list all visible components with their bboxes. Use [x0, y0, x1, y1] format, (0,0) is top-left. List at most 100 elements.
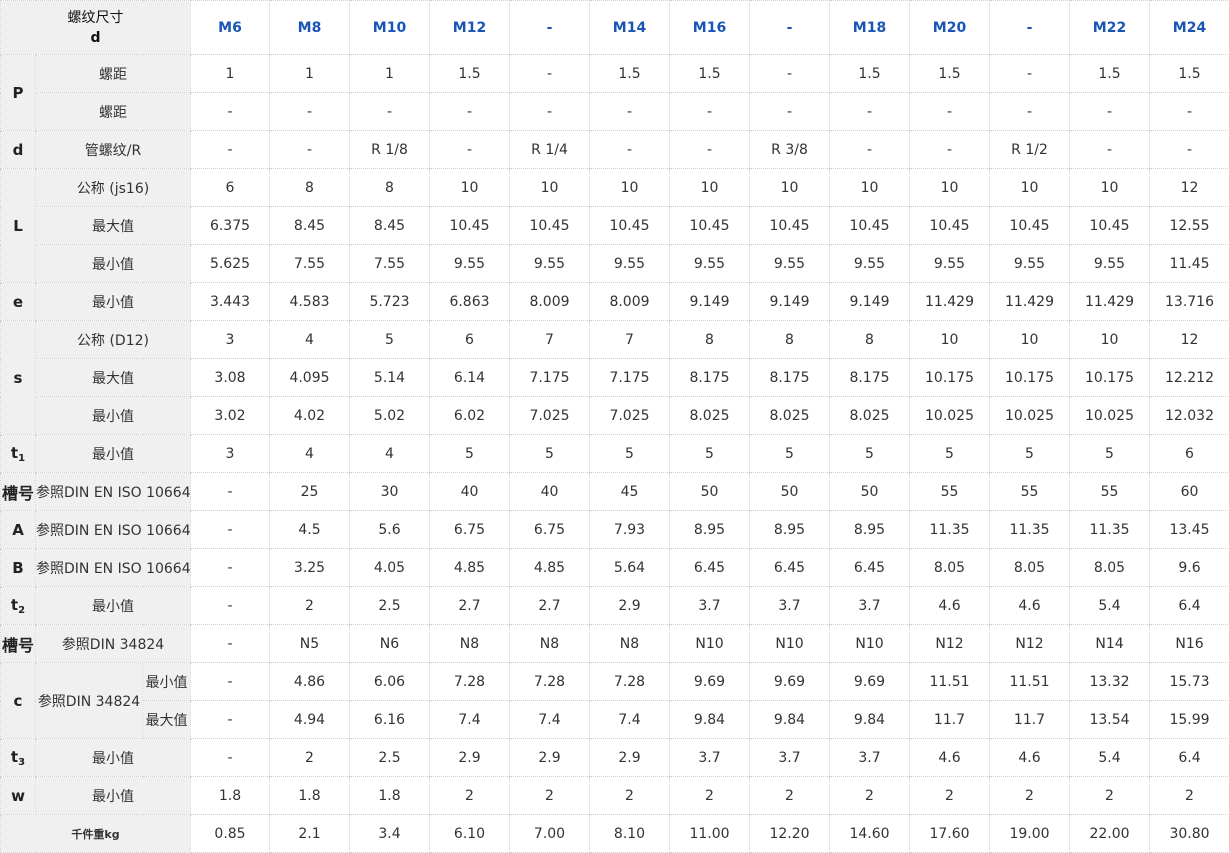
- value-cell: 55: [910, 473, 990, 511]
- table-row: 最小值3.024.025.026.027.0257.0258.0258.0258…: [1, 397, 1229, 435]
- value-cell: 5.02: [350, 397, 430, 435]
- size-column-header: M8: [270, 1, 350, 55]
- value-cell: 7.55: [270, 245, 350, 283]
- value-cell: 2: [670, 777, 750, 815]
- value-cell: 10.025: [1070, 397, 1150, 435]
- value-cell: 1.5: [430, 55, 510, 93]
- value-cell: 2.9: [430, 739, 510, 777]
- value-cell: 10.45: [1070, 207, 1150, 245]
- value-cell: -: [191, 739, 270, 777]
- value-cell: 5: [430, 435, 510, 473]
- dimension-symbol: c: [1, 663, 36, 739]
- value-cell: 6.45: [670, 549, 750, 587]
- value-cell: 13.45: [1150, 511, 1229, 549]
- value-cell: 8.45: [350, 207, 430, 245]
- value-cell: 60: [1150, 473, 1229, 511]
- table-row: t3最小值-22.52.92.92.93.73.73.74.64.65.46.4: [1, 739, 1229, 777]
- value-cell: 9.84: [830, 701, 910, 739]
- value-cell: 10: [990, 321, 1070, 359]
- dimension-symbol-text: P: [13, 84, 24, 102]
- value-cell: 6: [191, 169, 270, 207]
- dimension-symbol: s: [1, 321, 36, 435]
- value-cell: 45: [590, 473, 670, 511]
- size-column-header: M6: [191, 1, 270, 55]
- value-cell: 12.032: [1150, 397, 1229, 435]
- value-cell: 8.025: [670, 397, 750, 435]
- dimension-descriptor: 最小值: [36, 397, 191, 435]
- value-cell: 40: [430, 473, 510, 511]
- dimension-table: 螺纹尺寸dM6M8M10M12-M14M16-M18M20-M22M24 P螺距…: [0, 0, 1229, 853]
- value-cell: 1: [270, 55, 350, 93]
- value-cell: 13.32: [1070, 663, 1150, 701]
- value-cell: 8.025: [750, 397, 830, 435]
- value-cell: 10: [670, 169, 750, 207]
- value-cell: 10.175: [910, 359, 990, 397]
- dimension-descriptor: 最大值: [36, 207, 191, 245]
- value-cell: 7.175: [590, 359, 670, 397]
- value-cell: -: [1070, 93, 1150, 131]
- value-cell: 2: [990, 777, 1070, 815]
- value-cell: 10.45: [510, 207, 590, 245]
- value-cell: 3.25: [270, 549, 350, 587]
- value-cell: 5.723: [350, 283, 430, 321]
- value-cell: 2: [510, 777, 590, 815]
- value-cell: 8.175: [670, 359, 750, 397]
- value-cell: 1.8: [191, 777, 270, 815]
- value-cell: 4: [350, 435, 430, 473]
- dimension-symbol: t1: [1, 435, 36, 473]
- value-cell: 4.6: [910, 587, 990, 625]
- value-cell: N12: [910, 625, 990, 663]
- weight-value-cell: 14.60: [830, 815, 910, 853]
- value-cell: 5: [990, 435, 1070, 473]
- dimension-symbol-text: c: [14, 692, 23, 710]
- size-column-header: M12: [430, 1, 510, 55]
- value-cell: 4.85: [430, 549, 510, 587]
- value-cell: 6.14: [430, 359, 510, 397]
- weight-value-cell: 19.00: [990, 815, 1070, 853]
- value-cell: 6.02: [430, 397, 510, 435]
- value-cell: 5: [910, 435, 990, 473]
- value-cell: -: [270, 131, 350, 169]
- value-cell: 2.5: [350, 587, 430, 625]
- dimension-symbol-text: 槽号: [2, 636, 34, 655]
- value-cell: 13.54: [1070, 701, 1150, 739]
- value-cell: 9.55: [830, 245, 910, 283]
- value-cell: 9.55: [670, 245, 750, 283]
- value-cell: 2.9: [590, 587, 670, 625]
- table-row: c参照DIN 34824最小值-4.866.067.287.287.289.69…: [1, 663, 1229, 701]
- value-cell: 10.45: [750, 207, 830, 245]
- value-cell: 10: [990, 169, 1070, 207]
- value-cell: N8: [510, 625, 590, 663]
- value-cell: 1: [350, 55, 430, 93]
- value-cell: 4.095: [270, 359, 350, 397]
- value-cell: 10: [590, 169, 670, 207]
- value-cell: 12: [1150, 169, 1229, 207]
- weight-value-cell: 8.10: [590, 815, 670, 853]
- size-column-header: M14: [590, 1, 670, 55]
- value-cell: -: [191, 473, 270, 511]
- value-cell: 8.05: [910, 549, 990, 587]
- dimension-symbol: A: [1, 511, 36, 549]
- value-cell: N8: [430, 625, 510, 663]
- value-cell: -: [830, 131, 910, 169]
- value-cell: 8.175: [750, 359, 830, 397]
- value-cell: 10.175: [990, 359, 1070, 397]
- value-cell: -: [350, 93, 430, 131]
- table-row: 螺距-------------: [1, 93, 1229, 131]
- value-cell: 3: [191, 435, 270, 473]
- dimension-symbol: e: [1, 283, 36, 321]
- value-cell: -: [430, 93, 510, 131]
- dimension-symbol-text: d: [13, 141, 24, 159]
- value-cell: 8.45: [270, 207, 350, 245]
- table-row: w最小值1.81.81.82222222222: [1, 777, 1229, 815]
- dimension-descriptor: 最小值: [143, 663, 191, 701]
- dimension-symbol: L: [1, 169, 36, 283]
- value-cell: 7.28: [510, 663, 590, 701]
- dimension-descriptor: 螺距: [36, 93, 191, 131]
- value-cell: 4.85: [510, 549, 590, 587]
- table-row: 最大值6.3758.458.4510.4510.4510.4510.4510.4…: [1, 207, 1229, 245]
- table-row: e最小值3.4434.5835.7236.8638.0098.0099.1499…: [1, 283, 1229, 321]
- dimension-symbol-text: 槽号: [2, 484, 34, 503]
- dimension-symbol-subscript: 3: [18, 757, 25, 768]
- value-cell: 10.175: [1070, 359, 1150, 397]
